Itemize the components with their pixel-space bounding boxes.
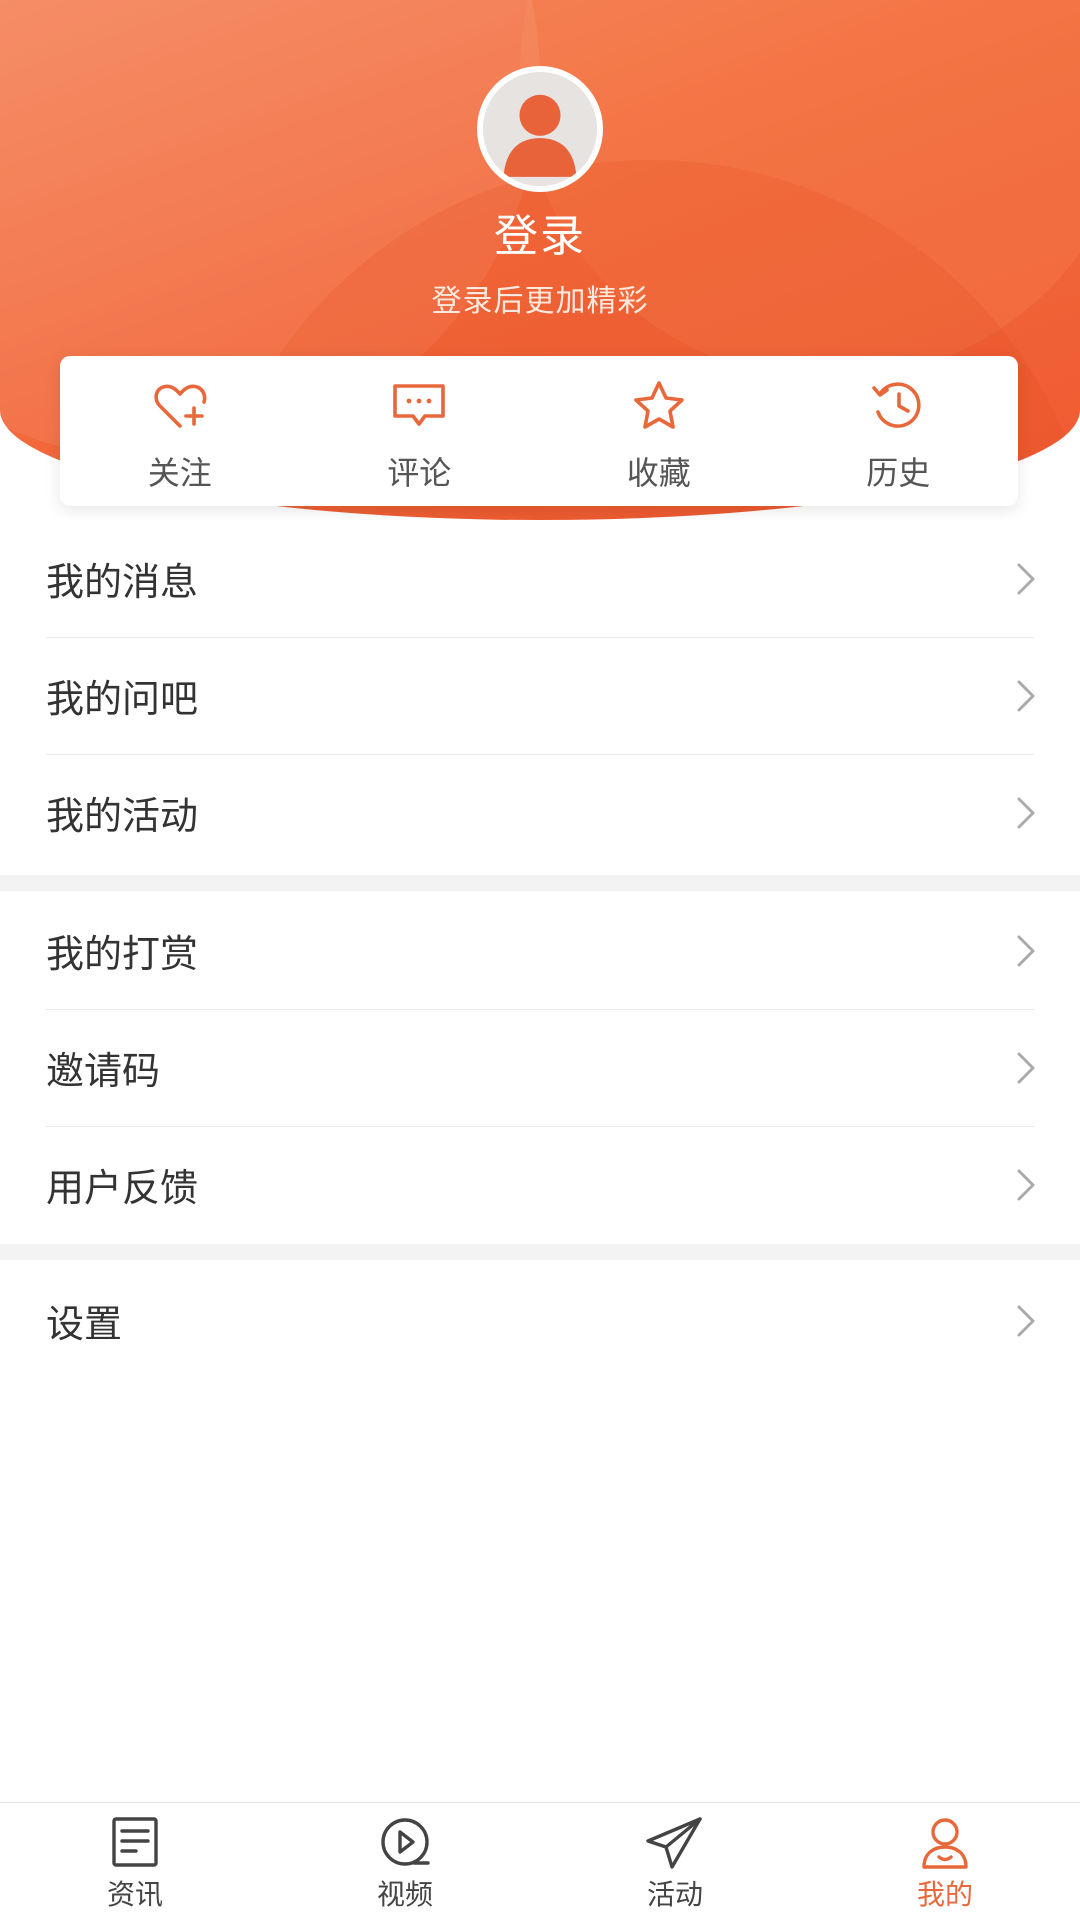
- login-title[interactable]: 登录: [0, 200, 1080, 264]
- section-divider: [0, 875, 1080, 891]
- bottom-tab-bar: 资讯 视频 活动 我的: [0, 1802, 1080, 1920]
- menu-item-label: 邀请码: [46, 1049, 161, 1093]
- menu-group-settings: 设置: [0, 1262, 1080, 1379]
- quick-action-label: 评论: [387, 454, 452, 492]
- menu-item-label: 我的问吧: [46, 677, 199, 721]
- menu-group-extras: 我的打赏 邀请码 用户反馈: [0, 892, 1080, 1243]
- chevron-right-icon: [1010, 793, 1040, 833]
- quick-action-label: 关注: [147, 454, 212, 492]
- user-avatar-icon[interactable]: [477, 66, 603, 192]
- menu-item-label: 我的打赏: [46, 932, 199, 976]
- tab-label: 资讯: [106, 1878, 163, 1911]
- menu-item-label: 我的消息: [46, 560, 199, 604]
- chevron-right-icon: [1010, 1048, 1040, 1088]
- chevron-right-icon: [1010, 1165, 1040, 1205]
- section-divider: [0, 1244, 1080, 1260]
- menu-group-personal: 我的消息 我的问吧 我的活动: [0, 520, 1080, 871]
- menu-item-label: 用户反馈: [46, 1166, 199, 1210]
- tab-label: 我的: [916, 1878, 973, 1911]
- news-icon: [104, 1815, 166, 1871]
- quick-action-favorite[interactable]: 收藏: [539, 356, 779, 506]
- menu-item-settings[interactable]: 设置: [0, 1262, 1080, 1379]
- star-icon: [629, 378, 689, 434]
- tab-mine[interactable]: 我的: [810, 1803, 1080, 1920]
- heart-plus-icon: [150, 378, 210, 434]
- profile-page: 登录 登录后更加精彩 关注 评论 收藏 历史 我的消息 我的问吧 我的活动 我的…: [0, 0, 1080, 1920]
- tab-video[interactable]: 视频: [270, 1803, 540, 1920]
- tab-label: 视频: [376, 1878, 433, 1911]
- menu-item-my-messages[interactable]: 我的消息: [0, 520, 1080, 637]
- menu-item-invite-code[interactable]: 邀请码: [0, 1009, 1080, 1126]
- quick-action-comment[interactable]: 评论: [300, 356, 540, 506]
- menu-item-label: 设置: [46, 1302, 123, 1346]
- tab-label: 活动: [646, 1878, 703, 1911]
- menu-item-feedback[interactable]: 用户反馈: [0, 1126, 1080, 1243]
- chevron-right-icon: [1010, 676, 1040, 716]
- menu-item-label: 我的活动: [46, 794, 199, 838]
- chevron-right-icon: [1010, 931, 1040, 971]
- profile-icon: [914, 1815, 976, 1871]
- quick-action-follow[interactable]: 关注: [60, 356, 300, 506]
- menu-item-my-questions[interactable]: 我的问吧: [0, 637, 1080, 754]
- quick-action-label: 收藏: [626, 454, 691, 492]
- menu-item-my-activities[interactable]: 我的活动: [0, 754, 1080, 871]
- chevron-right-icon: [1010, 1301, 1040, 1341]
- chevron-right-icon: [1010, 559, 1040, 599]
- paper-plane-icon: [644, 1815, 706, 1871]
- tab-activities[interactable]: 活动: [540, 1803, 810, 1920]
- video-icon: [374, 1815, 436, 1871]
- login-subtitle: 登录后更加精彩: [431, 284, 649, 319]
- history-icon: [868, 378, 928, 434]
- quick-action-history[interactable]: 历史: [779, 356, 1019, 506]
- menu-item-my-rewards[interactable]: 我的打赏: [0, 892, 1080, 1009]
- quick-actions-card: 关注 评论 收藏 历史: [60, 356, 1018, 506]
- quick-action-label: 历史: [866, 454, 931, 492]
- comment-icon: [389, 378, 449, 434]
- tab-news[interactable]: 资讯: [0, 1803, 270, 1920]
